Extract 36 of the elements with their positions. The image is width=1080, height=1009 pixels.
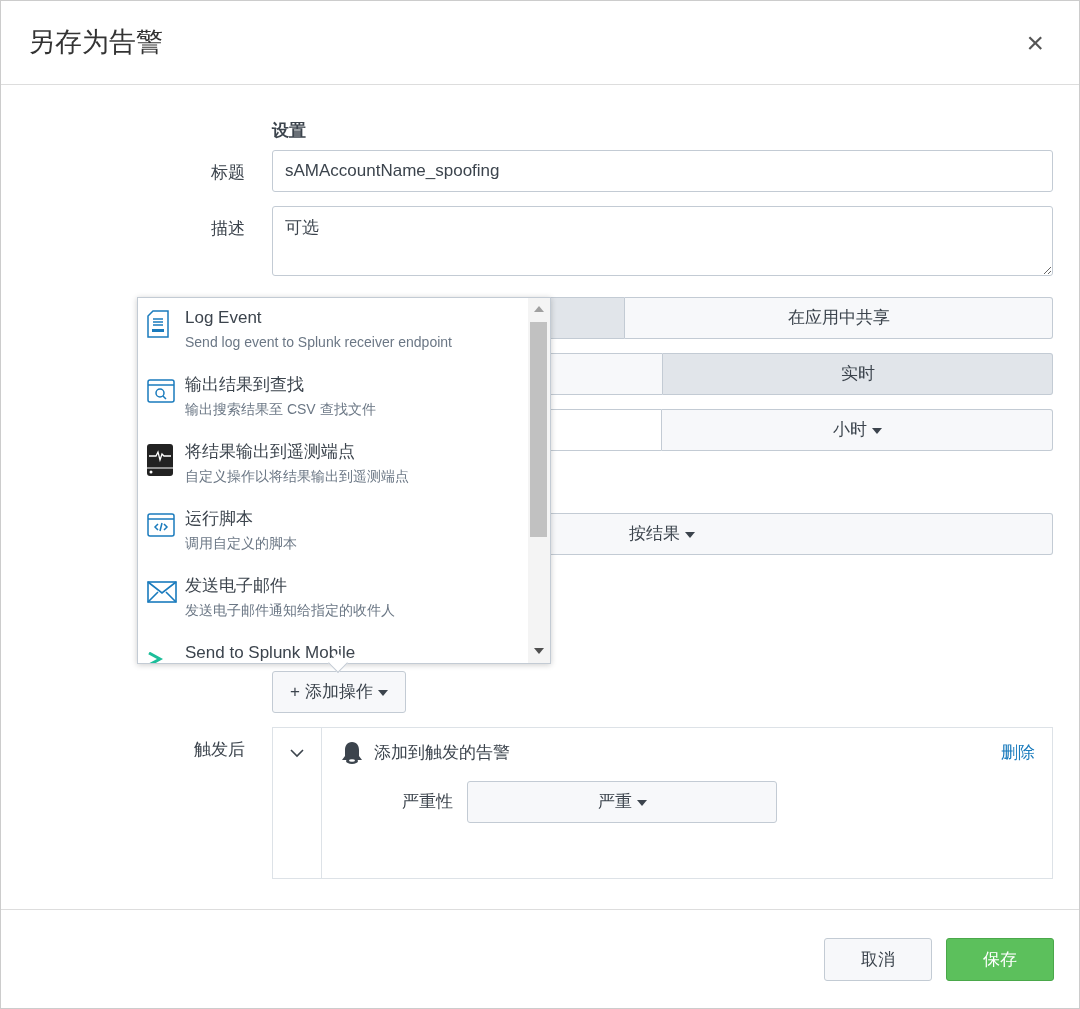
title-field[interactable]: sAMAccountName_spoofing <box>272 149 1053 192</box>
code-window-icon <box>147 512 175 537</box>
menu-item-title[interactable]: 将结果输出到遥测端点 <box>185 440 409 464</box>
field-label: 描述 <box>211 217 245 240</box>
segment-button[interactable]: 在应用中共享 <box>625 297 1053 339</box>
menu-item-description: Send log event to Splunk receiver endpoint <box>185 333 452 352</box>
severity-dropdown[interactable]: 严重 <box>467 781 777 823</box>
envelope-icon <box>147 580 177 603</box>
segment-button[interactable]: 实时 <box>663 353 1053 395</box>
pulse-device-icon <box>147 444 173 476</box>
bell-icon <box>339 740 365 766</box>
menu-item-description: 输出搜索结果至 CSV 查找文件 <box>185 400 376 419</box>
cancel-button[interactable]: 取消 <box>824 938 932 981</box>
scroll-down-icon[interactable] <box>534 648 544 654</box>
delete-link[interactable]: 删除 <box>1001 740 1035 766</box>
field-label: 严重性 <box>402 791 453 814</box>
action-title: 添加到触发的告警 <box>373 742 510 765</box>
section-heading: 设置 <box>272 120 307 142</box>
chevron-icon <box>147 651 163 663</box>
field-label: 触发后 <box>194 739 245 761</box>
menu-item-title[interactable]: 发送电子邮件 <box>185 574 395 598</box>
dialog-title: 另存为告警 <box>28 26 163 59</box>
menu-item-title[interactable]: 输出结果到查找 <box>185 373 376 397</box>
menu-item-description: 自定义操作以将结果输出到遥测端点 <box>185 467 409 486</box>
unit-dropdown[interactable]: 小时 <box>662 409 1053 451</box>
scrollbar[interactable] <box>528 298 550 663</box>
menu-item-description: 发送电子邮件通知给指定的收件人 <box>185 601 395 620</box>
search-window-icon <box>147 378 175 403</box>
menu-item-title[interactable]: Send to Splunk Mobile <box>185 641 356 663</box>
menu-item-title[interactable]: Log Event <box>185 306 452 330</box>
add-action-button[interactable]: + 添加操作 <box>272 671 406 713</box>
close-button[interactable]: × <box>1018 20 1052 65</box>
document-icon <box>147 310 169 338</box>
description-field[interactable]: 可选 <box>272 205 1053 276</box>
chevron-icon[interactable] <box>290 748 304 758</box>
field-label: 标题 <box>211 161 245 184</box>
